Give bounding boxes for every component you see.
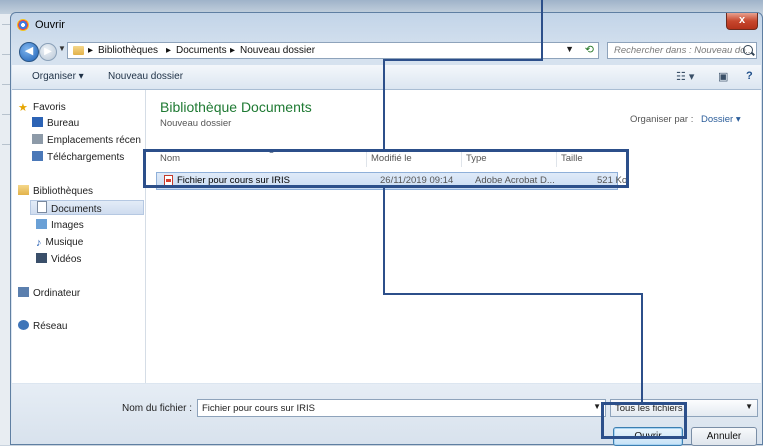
filename-label: Nom du fichier : [122, 403, 193, 414]
computer-icon [18, 287, 29, 297]
downloads-icon [32, 151, 43, 161]
breadcrumb-arrow-icon[interactable]: ▸ [230, 45, 235, 56]
annotation-line [383, 59, 543, 61]
sidebar-item-network[interactable]: Réseau [18, 319, 67, 334]
help-icon[interactable]: ? [746, 70, 753, 82]
sidebar-item-desktop[interactable]: Bureau [32, 116, 79, 131]
sidebar-item-recent-places[interactable]: Emplacements récen [32, 133, 141, 148]
address-bar[interactable]: ▸ Bibliothèques ▸ Documents ▸ Nouveau do… [67, 42, 599, 59]
dialog-title: Ouvrir [35, 19, 65, 31]
sidebar-item-favorites[interactable]: ★ Favoris [18, 100, 66, 115]
preview-pane-icon[interactable]: ▣ [718, 70, 728, 83]
organize-button[interactable]: Organiser ▾ [32, 71, 84, 82]
search-input[interactable]: Rechercher dans : Nouveau do... [614, 45, 753, 56]
history-dropdown-icon[interactable]: ▼ [58, 44, 66, 53]
view-options-icon[interactable]: ☷ ▾ [676, 70, 694, 83]
search-icon[interactable] [743, 45, 753, 55]
breadcrumb-documents[interactable]: Documents [176, 45, 227, 56]
cancel-button[interactable]: Annuler [691, 427, 757, 446]
refresh-icon[interactable]: ⟲ [585, 43, 594, 56]
address-dropdown-icon[interactable]: ▼ [565, 44, 574, 54]
sidebar-item-documents[interactable]: Documents [30, 200, 144, 215]
file-list-pane: Bibliothèque Documents Nouveau dossier O… [146, 90, 761, 383]
breadcrumb-libraries[interactable]: Bibliothèques [98, 45, 158, 56]
back-button[interactable]: ◀ [19, 42, 39, 62]
star-icon: ★ [18, 102, 28, 114]
documents-icon [37, 201, 47, 213]
folder-icon [73, 46, 84, 55]
sidebar-item-images[interactable]: Images [36, 218, 84, 233]
annotation-line [383, 59, 385, 149]
arrange-by-label: Organiser par : [630, 114, 694, 125]
chrome-icon [17, 19, 29, 31]
breadcrumb-arrow-icon[interactable]: ▸ [166, 45, 171, 56]
filename-value: Fichier pour cours sur IRIS [202, 403, 315, 414]
libraries-icon [18, 185, 29, 195]
open-file-dialog: Ouvrir x ◀ ▶ ▼ ▸ Bibliothèques ▸ Documen… [10, 12, 763, 446]
navigation-pane: ★ Favoris Bureau Emplacements récen Téléc… [12, 90, 146, 383]
library-subtitle: Nouveau dossier [160, 118, 232, 129]
images-icon [36, 219, 47, 229]
sidebar-item-music[interactable]: ♪ Musique [36, 235, 83, 250]
forward-button[interactable]: ▶ [39, 43, 57, 61]
library-title: Bibliothèque Documents [160, 99, 312, 115]
annotation-line [383, 188, 385, 295]
close-button[interactable]: x [726, 13, 758, 30]
sidebar-item-videos[interactable]: Vidéos [36, 252, 81, 267]
breadcrumb-new-folder[interactable]: Nouveau dossier [240, 45, 315, 56]
annotation-line [383, 293, 643, 295]
new-folder-button[interactable]: Nouveau dossier [108, 71, 183, 82]
filename-dropdown-icon[interactable]: ▼ [593, 402, 601, 411]
filename-input[interactable]: Fichier pour cours sur IRIS ▼ [197, 399, 606, 417]
sidebar-item-computer[interactable]: Ordinateur [18, 286, 80, 301]
filetype-dropdown-icon[interactable]: ▼ [745, 402, 753, 411]
arrange-by-dropdown[interactable]: Dossier ▾ [701, 114, 741, 125]
recent-places-icon [32, 134, 43, 144]
music-icon: ♪ [36, 237, 42, 249]
breadcrumb-arrow-icon[interactable]: ▸ [88, 45, 93, 56]
command-bar: Organiser ▾ Nouveau dossier ☷ ▾ ▣ ? [12, 65, 761, 90]
sidebar-item-libraries[interactable]: Bibliothèques [18, 184, 93, 199]
annotation-line [541, 0, 543, 61]
main-area: ★ Favoris Bureau Emplacements récen Téléc… [12, 90, 761, 383]
file-highlight-box [143, 149, 629, 188]
open-button-highlight-box [601, 402, 687, 439]
videos-icon [36, 253, 47, 263]
sidebar-item-downloads[interactable]: Téléchargements [32, 150, 124, 165]
title-bar[interactable]: Ouvrir x [11, 13, 762, 37]
desktop-icon [32, 117, 43, 127]
search-box[interactable]: Rechercher dans : Nouveau do... [607, 42, 757, 59]
network-icon [18, 320, 29, 330]
annotation-line [641, 293, 643, 402]
